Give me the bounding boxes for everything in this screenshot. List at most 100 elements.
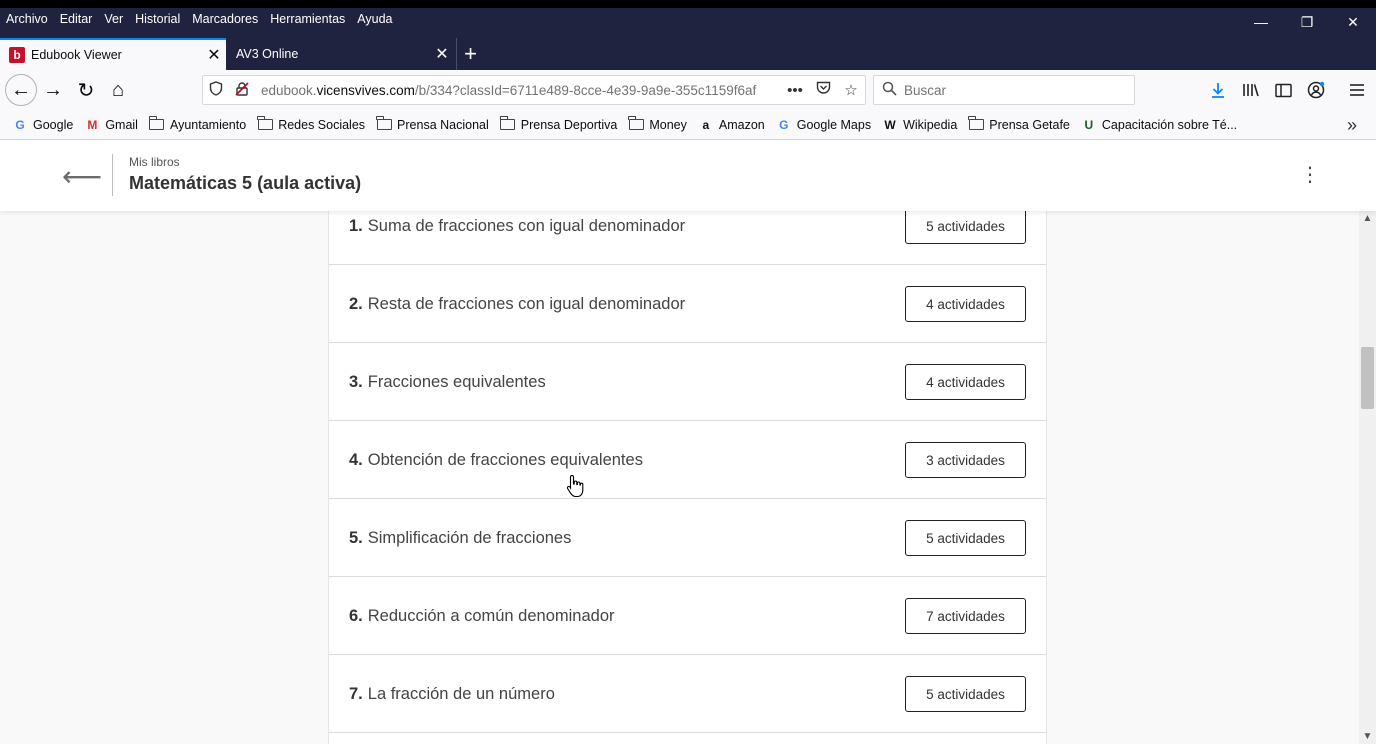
restore-button[interactable]: ❐	[1284, 8, 1330, 36]
tab-edubook-viewer[interactable]: b Edubook Viewer ✕	[0, 38, 226, 70]
bookmark-item[interactable]: M Gmail	[84, 118, 138, 132]
back-button[interactable]: ←	[5, 74, 37, 106]
url-domain: vicensvives.com	[316, 82, 415, 98]
bookmark-label: Amazon	[718, 117, 765, 132]
lesson-row[interactable]: 6. Reducción a común denominador 7 activid…	[329, 577, 1046, 655]
menu-ver[interactable]: Ver	[104, 12, 123, 26]
bookmark-item[interactable]: G Google	[12, 118, 73, 132]
page-scrollbar[interactable]: ▲ ▼	[1359, 211, 1376, 744]
activities-button[interactable]: 4 actividades	[905, 286, 1026, 322]
insecure-lock-icon[interactable]	[229, 81, 255, 100]
menu-herramientas[interactable]: Herramientas	[270, 12, 345, 26]
bookmark-item[interactable]: Prensa Nacional	[376, 116, 489, 132]
menu-archivo[interactable]: Archivo	[6, 12, 48, 26]
bookmark-item[interactable]: W Wikipedia	[882, 118, 957, 132]
menu-ayuda[interactable]: Ayuda	[357, 12, 392, 26]
bookmark-item[interactable]: G Google Maps	[776, 118, 871, 132]
page-title: Matemáticas 5 (aula activa)	[129, 173, 362, 193]
bookmark-favicon-icon: W	[884, 117, 896, 132]
lesson-title[interactable]: 3. Fracciones equivalentes	[349, 343, 546, 421]
lesson-row[interactable]: 4. Obtención de fracciones equivalentes 3 …	[329, 421, 1046, 499]
url-text[interactable]: edubook.vicensvives.com/b/334?classId=67…	[261, 83, 781, 98]
close-tab-icon[interactable]: ✕	[430, 44, 454, 64]
sidebar-icon[interactable]	[1268, 75, 1298, 105]
folder-icon	[628, 116, 644, 132]
activities-button[interactable]: 3 actividades	[905, 442, 1026, 478]
bookmark-item[interactable]: Money	[628, 116, 687, 132]
lesson-title-text: La fracción de un número	[367, 684, 555, 703]
close-tab-icon[interactable]: ✕	[202, 45, 226, 65]
bookmark-item[interactable]: Ayuntamiento	[148, 116, 246, 132]
lesson-number: 3.	[349, 372, 363, 391]
lesson-row[interactable]: 2. Resta de fracciones con igual denomina…	[329, 265, 1046, 343]
library-icon[interactable]	[1236, 75, 1266, 105]
scroll-thumb[interactable]	[1361, 347, 1374, 409]
menu-editar[interactable]: Editar	[60, 12, 93, 26]
lesson-title[interactable]: 7. La fracción de un número	[349, 655, 555, 733]
bookmark-item[interactable]: Prensa Getafe	[968, 116, 1070, 132]
activities-button[interactable]: 5 actividades	[905, 676, 1026, 712]
folder-icon	[376, 116, 392, 132]
scroll-up-icon[interactable]: ▲	[1359, 213, 1376, 224]
tab-av3-online[interactable]: AV3 Online ✕	[226, 38, 454, 70]
search-input[interactable]: Buscar	[904, 83, 946, 98]
bookmark-label: Prensa Nacional	[397, 117, 489, 132]
tab-label: Edubook Viewer	[31, 48, 122, 62]
lesson-row[interactable]: 3. Fracciones equivalentes 4 actividades	[329, 343, 1046, 421]
navigation-toolbar: ← → ↻ ⌂ edubook.vicensvives.com/b/334?cl…	[0, 70, 1376, 110]
lesson-number: 7.	[349, 684, 363, 703]
lesson-title-text: Obtención de fracciones equivalentes	[367, 450, 643, 469]
app-header: ⟵ Mis libros Matemáticas 5 (aula activa)…	[0, 140, 1376, 211]
new-tab-button[interactable]: +	[456, 38, 484, 70]
reload-button[interactable]: ↻	[71, 75, 101, 105]
breadcrumb[interactable]: Mis libros	[129, 155, 180, 169]
home-button[interactable]: ⌂	[103, 75, 133, 105]
url-bar[interactable]: edubook.vicensvives.com/b/334?classId=67…	[202, 75, 866, 105]
forward-button[interactable]: →	[38, 75, 68, 105]
lesson-row[interactable]: 1. Suma de fracciones con igual denominad…	[329, 211, 1046, 265]
lesson-title[interactable]: 2. Resta de fracciones con igual denomina…	[349, 265, 685, 343]
kebab-menu-icon[interactable]: ⋮	[1300, 162, 1320, 187]
page-actions-icon[interactable]: •••	[781, 82, 809, 99]
lesson-number: 1.	[349, 216, 363, 235]
lesson-title[interactable]: 1. Suma de fracciones con igual denominad…	[349, 211, 685, 265]
activities-button[interactable]: 5 actividades	[905, 520, 1026, 556]
pocket-icon[interactable]	[809, 81, 837, 99]
lesson-row[interactable]: 7. La fracción de un número 5 actividades	[329, 655, 1046, 733]
scroll-down-icon[interactable]: ▼	[1359, 731, 1376, 742]
search-bar[interactable]: Buscar	[873, 75, 1135, 105]
bookmark-item[interactable]: U Capacitación sobre Té...	[1081, 118, 1238, 132]
bookmark-item[interactable]: Redes Sociales	[257, 116, 365, 132]
lesson-list: 1. Suma de fracciones con igual denominad…	[328, 211, 1047, 744]
menu-marcadores[interactable]: Marcadores	[192, 12, 258, 26]
activities-button[interactable]: 5 actividades	[905, 211, 1026, 244]
lesson-title[interactable]: 4. Obtención de fracciones equivalentes	[349, 421, 643, 499]
folder-icon	[499, 116, 516, 132]
hamburger-menu-icon[interactable]	[1342, 75, 1372, 105]
lesson-title[interactable]: 5. Simplificación de fracciones	[349, 499, 571, 577]
account-icon[interactable]	[1301, 75, 1331, 105]
menu-bar: Archivo Editar Ver Historial Marcadores …	[0, 8, 405, 30]
back-arrow-icon[interactable]: ⟵	[62, 160, 102, 193]
bookmarks-toolbar: G Google M Gmail Ayuntamiento Redes Sociales P…	[0, 110, 1376, 140]
bookmark-label: Google Maps	[796, 117, 872, 132]
menu-historial[interactable]: Historial	[135, 12, 180, 26]
download-icon[interactable]	[1203, 75, 1233, 105]
bookmarks-overflow-icon[interactable]: »	[1347, 115, 1364, 136]
bookmark-star-icon[interactable]: ☆	[837, 81, 865, 99]
window-controls: — ❐ ✕	[1238, 8, 1376, 36]
url-prefix: edubook.	[261, 82, 317, 98]
close-window-button[interactable]: ✕	[1330, 8, 1376, 36]
lesson-row[interactable]: 5. Simplificación de fracciones 5 activida…	[329, 499, 1046, 577]
url-path: /b/334?classId=6711e489-8cce-4e39-9a9e-3…	[414, 82, 757, 98]
activities-button[interactable]: 4 actividades	[905, 364, 1026, 400]
lesson-number: 5.	[349, 528, 363, 547]
shield-icon[interactable]	[203, 81, 229, 99]
minimize-button[interactable]: —	[1238, 8, 1284, 36]
bookmark-item[interactable]: Prensa Deportiva	[499, 116, 617, 132]
bookmark-label: Gmail	[105, 117, 138, 132]
lesson-number: 2.	[349, 294, 363, 313]
activities-button[interactable]: 7 actividades	[905, 598, 1026, 634]
lesson-title[interactable]: 6. Reducción a común denominador	[349, 577, 615, 655]
bookmark-item[interactable]: a Amazon	[698, 118, 765, 132]
